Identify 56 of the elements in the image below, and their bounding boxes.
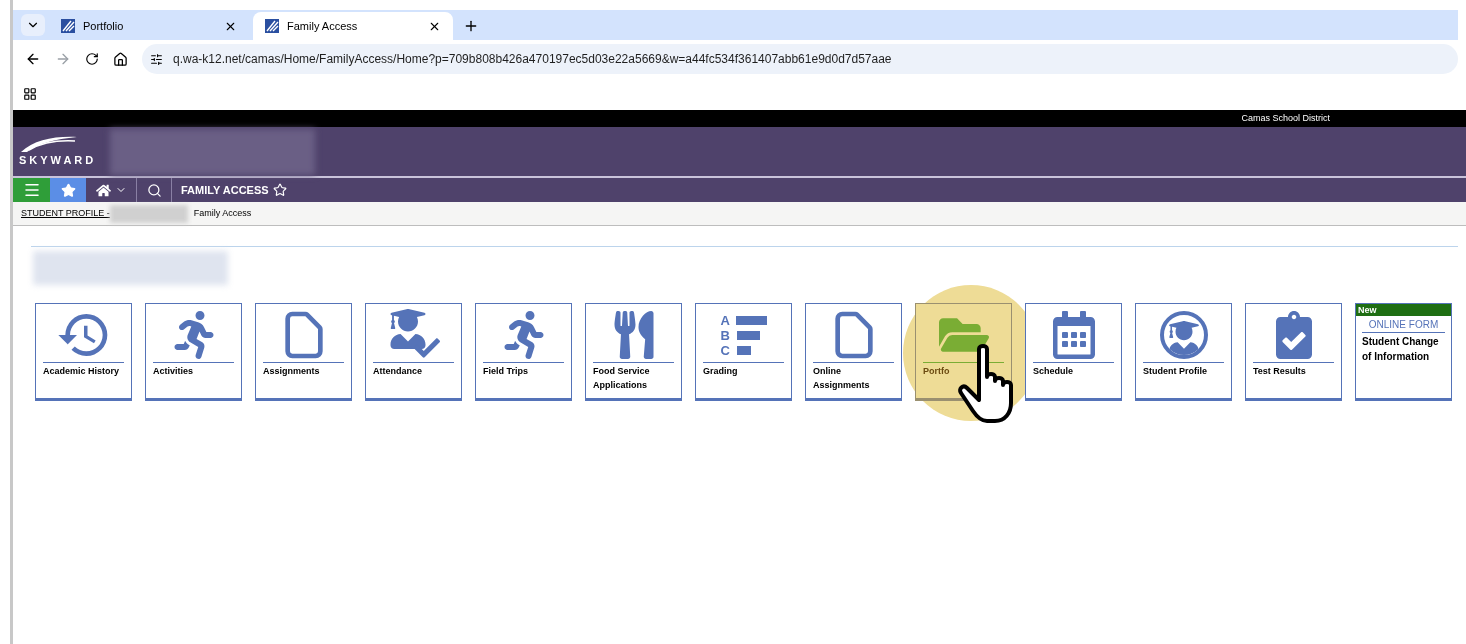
url-text: q.wa-k12.net/camas/Home/FamilyAccess/Home?p=709b808b426a470197ec5d03e22a5669&w=a44fc534f361407abb61e9d0d7d57aae xyxy=(173,51,892,68)
browser-tab[interactable]: Portfolio xyxy=(49,12,249,40)
menu-tile[interactable]: Food Service Applications xyxy=(585,303,682,401)
tile-label: Schedule xyxy=(1032,365,1074,378)
reload-icon[interactable] xyxy=(85,52,99,66)
breadcrumb-current: Family Access xyxy=(193,206,252,220)
tile-label: Activities xyxy=(152,365,195,378)
tile-label: Portfo xyxy=(922,365,951,378)
district-name: Camas School District xyxy=(1241,111,1330,125)
address-bar[interactable]: q.wa-k12.net/camas/Home/FamilyAccess/Home?p=709b808b426a470197ec5d03e22a5669&w=a44fc534f361407abb61e9d0d7d57aae xyxy=(142,44,1458,74)
tile-label: Student Change of Information xyxy=(1361,335,1440,364)
tile-label: Attendance xyxy=(372,365,423,378)
menu-tile[interactable]: A B C Grading xyxy=(695,303,792,401)
tile-label: Online Assignments xyxy=(812,365,871,392)
apps-icon[interactable] xyxy=(23,87,37,101)
online-form-tile[interactable]: New ONLINE FORM Student Change of Information xyxy=(1355,303,1452,401)
home-icon[interactable] xyxy=(113,51,128,67)
tab-list-button[interactable] xyxy=(21,14,45,36)
new-badge: New xyxy=(1356,304,1451,316)
browser-tab[interactable]: Family Access xyxy=(253,12,453,40)
menu-button[interactable] xyxy=(13,178,50,202)
star-icon[interactable] xyxy=(272,183,287,197)
back-icon[interactable] xyxy=(25,51,41,67)
menu-tile[interactable]: Academic History xyxy=(35,303,132,401)
student-avatar-icon xyxy=(1159,311,1208,359)
skyward-logo: SKYWARD xyxy=(19,153,97,169)
favorites-button[interactable] xyxy=(50,178,86,202)
tile-label: Field Trips xyxy=(482,365,529,378)
menu-tile[interactable]: Test Results xyxy=(1245,303,1342,401)
new-tab-icon[interactable] xyxy=(463,18,479,34)
form-heading: ONLINE FORM xyxy=(1362,318,1445,333)
breadcrumb-link[interactable]: STUDENT PROFILE - xyxy=(21,206,110,221)
tab-title: Family Access xyxy=(287,18,359,34)
home-icon xyxy=(95,182,111,198)
skyward-favicon-icon xyxy=(61,19,75,33)
tab-title: Portfolio xyxy=(83,18,125,34)
menu-tile[interactable]: Activities xyxy=(145,303,242,401)
menu-tile[interactable]: Student Profile xyxy=(1135,303,1232,401)
site-settings-icon[interactable] xyxy=(150,52,163,66)
menu-tile[interactable]: Online Assignments xyxy=(805,303,902,401)
menu-tile[interactable]: Assignments xyxy=(255,303,352,401)
tile-label: Student Profile xyxy=(1142,365,1208,378)
menu-tile[interactable]: Attendance xyxy=(365,303,462,401)
tile-label: Grading xyxy=(702,365,739,378)
search-icon xyxy=(146,182,162,198)
tile-label: Assignments xyxy=(262,365,321,378)
menu-icon xyxy=(22,181,41,199)
tile-label: Food Service Applications xyxy=(592,365,651,392)
tile-label: Academic History xyxy=(42,365,121,378)
menu-tile[interactable]: Schedule xyxy=(1025,303,1122,401)
menu-tile[interactable]: Field Trips xyxy=(475,303,572,401)
skyward-favicon-icon xyxy=(265,19,279,33)
star-icon xyxy=(60,182,76,198)
page-title: FAMILY ACCESS xyxy=(181,182,269,198)
graduate-check-icon xyxy=(387,309,440,361)
tile-label: Test Results xyxy=(1252,365,1307,378)
